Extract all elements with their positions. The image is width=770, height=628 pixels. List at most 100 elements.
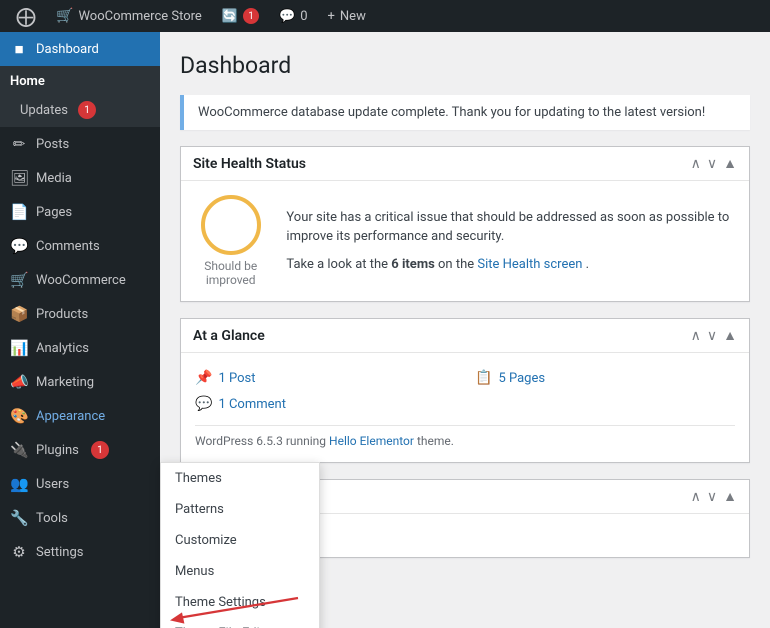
collapse-up-btn[interactable]: ∧ — [691, 156, 701, 172]
pages-count-link[interactable]: 5 Pages — [498, 371, 545, 386]
qd-expand-btn[interactable]: ▲ — [723, 488, 737, 505]
sidebar-item-comments[interactable]: 💬 Comments — [0, 229, 160, 263]
store-label: WooCommerce Store — [78, 9, 201, 24]
new-content-link[interactable]: + New — [320, 0, 374, 32]
ag-collapse-down-btn[interactable]: ∨ — [707, 328, 717, 344]
sidebar-item-woocommerce[interactable]: 🛒 WooCommerce — [0, 263, 160, 297]
page-title: Dashboard — [180, 52, 750, 79]
at-a-glance-title: At a Glance — [193, 328, 265, 344]
sidebar-item-media[interactable]: 🖼 Media — [0, 161, 160, 195]
site-health-header: Site Health Status ∧ ∨ ▲ — [181, 147, 749, 181]
submenu-theme-file-editor[interactable]: Theme File Editor — [161, 618, 319, 628]
sidebar: ■ Dashboard Home Updates 1 ✏ Posts 🖼 Med… — [0, 32, 160, 628]
media-label: Media — [36, 171, 72, 186]
glance-grid: 📌 1 Post 📋 5 Pages 💬 1 Comment — [195, 367, 735, 415]
sidebar-dashboard-label: Dashboard — [36, 42, 99, 57]
glance-comments: 💬 1 Comment — [195, 393, 455, 415]
comments-count-link[interactable]: 1 Comment — [218, 397, 286, 412]
wp-version-text: WordPress 6.5.3 running — [195, 434, 326, 448]
pages-label: Pages — [36, 205, 72, 220]
glance-pages: 📋 5 Pages — [475, 367, 735, 389]
health-content: Should be improved Your site has a criti… — [195, 195, 735, 287]
qd-collapse-down-btn[interactable]: ∨ — [707, 489, 717, 505]
notice-text: WooCommerce database update complete. Th… — [198, 105, 736, 120]
submenu-patterns[interactable]: Patterns — [161, 494, 319, 525]
updates-count: 1 — [243, 8, 259, 24]
submenu-theme-settings[interactable]: Theme Settings — [161, 587, 319, 618]
sidebar-item-users[interactable]: 👥 Users — [0, 467, 160, 501]
dashboard-icon: ■ — [10, 40, 28, 58]
at-a-glance-controls: ∧ ∨ ▲ — [691, 327, 737, 344]
marketing-label: Marketing — [36, 375, 94, 390]
menus-label: Menus — [175, 564, 214, 579]
sidebar-item-dashboard[interactable]: ■ Dashboard — [0, 32, 160, 66]
quick-draft-controls: ∧ ∨ ▲ — [691, 488, 737, 505]
sidebar-item-plugins[interactable]: 🔌 Plugins 1 — [0, 433, 160, 467]
health-link-text: Take a look at the 6 items on the Site H… — [286, 255, 735, 275]
store-link[interactable]: 🛒 WooCommerce Store — [48, 0, 210, 32]
health-status-label: Should be improved — [195, 259, 266, 287]
woo-label: WooCommerce — [36, 273, 126, 288]
sidebar-item-marketing[interactable]: 📣 Marketing — [0, 365, 160, 399]
collapse-down-btn[interactable]: ∨ — [707, 156, 717, 172]
wp-logo-btn[interactable]: ⨁ — [8, 0, 44, 32]
users-label: Users — [36, 477, 69, 492]
health-circle-container: Should be improved — [195, 195, 266, 287]
updates-icon: 🔄 — [222, 9, 238, 24]
at-a-glance-widget: At a Glance ∧ ∨ ▲ 📌 1 Post 📋 5 Pages — [180, 318, 750, 463]
sidebar-item-posts[interactable]: ✏ Posts — [0, 127, 160, 161]
new-label: New — [340, 9, 366, 24]
tools-icon: 🔧 — [10, 509, 28, 527]
page-icon: 📋 — [475, 370, 492, 386]
posts-icon: ✏ — [10, 135, 28, 153]
comments-link[interactable]: 💬 0 — [271, 0, 316, 32]
sidebar-item-products[interactable]: 📦 Products — [0, 297, 160, 331]
site-health-body: Should be improved Your site has a criti… — [181, 181, 749, 301]
theme-suffix: theme. — [417, 434, 454, 448]
sidebar-home-label[interactable]: Home — [0, 66, 160, 97]
site-health-title: Site Health Status — [193, 156, 306, 172]
plugins-label: Plugins — [36, 443, 79, 458]
health-period: . — [586, 257, 589, 272]
at-a-glance-body: 📌 1 Post 📋 5 Pages 💬 1 Comment WordPress… — [181, 353, 749, 462]
posts-label: Posts — [36, 137, 69, 152]
plugins-badge: 1 — [91, 441, 109, 459]
appearance-label: Appearance — [36, 409, 105, 424]
appearance-submenu: Themes Patterns Customize Menus Theme Se… — [160, 462, 320, 628]
ag-expand-btn[interactable]: ▲ — [723, 327, 737, 344]
plugins-icon: 🔌 — [10, 441, 28, 459]
analytics-icon: 📊 — [10, 339, 28, 357]
appearance-icon: 🎨 — [10, 407, 28, 425]
health-link-prefix: Take a look at the — [286, 257, 391, 272]
sidebar-item-updates[interactable]: Updates 1 — [0, 97, 160, 127]
posts-count-link[interactable]: 1 Post — [218, 371, 255, 386]
sidebar-item-pages[interactable]: 📄 Pages — [0, 195, 160, 229]
sidebar-item-tools[interactable]: 🔧 Tools — [0, 501, 160, 535]
submenu-themes[interactable]: Themes — [161, 463, 319, 494]
sidebar-item-appearance[interactable]: 🎨 Appearance — [0, 399, 160, 433]
store-icon: 🛒 — [56, 8, 73, 24]
theme-link[interactable]: Hello Elementor — [329, 434, 414, 448]
ag-collapse-up-btn[interactable]: ∧ — [691, 328, 701, 344]
expand-btn[interactable]: ▲ — [723, 155, 737, 172]
customize-label: Customize — [175, 533, 237, 548]
qd-collapse-up-btn[interactable]: ∧ — [691, 489, 701, 505]
sidebar-item-analytics[interactable]: 📊 Analytics — [0, 331, 160, 365]
sidebar-item-settings[interactable]: ⚙ Settings — [0, 535, 160, 569]
submenu-menus[interactable]: Menus — [161, 556, 319, 587]
glance-posts: 📌 1 Post — [195, 367, 455, 389]
settings-label: Settings — [36, 545, 83, 560]
site-health-widget: Site Health Status ∧ ∨ ▲ Should be impro… — [180, 146, 750, 302]
updates-link[interactable]: 🔄 1 — [214, 0, 267, 32]
at-a-glance-header: At a Glance ∧ ∨ ▲ — [181, 319, 749, 353]
site-health-link[interactable]: Site Health screen — [477, 257, 582, 272]
comments-count: 0 — [300, 9, 307, 24]
media-icon: 🖼 — [10, 169, 28, 187]
submenu-customize[interactable]: Customize — [161, 525, 319, 556]
site-health-controls: ∧ ∨ ▲ — [691, 155, 737, 172]
main-layout: ■ Dashboard Home Updates 1 ✏ Posts 🖼 Med… — [0, 32, 770, 628]
patterns-label: Patterns — [175, 502, 224, 517]
pin-icon: 📌 — [195, 370, 212, 386]
health-status-circle — [201, 195, 261, 255]
health-link-mid: on the — [438, 257, 477, 272]
